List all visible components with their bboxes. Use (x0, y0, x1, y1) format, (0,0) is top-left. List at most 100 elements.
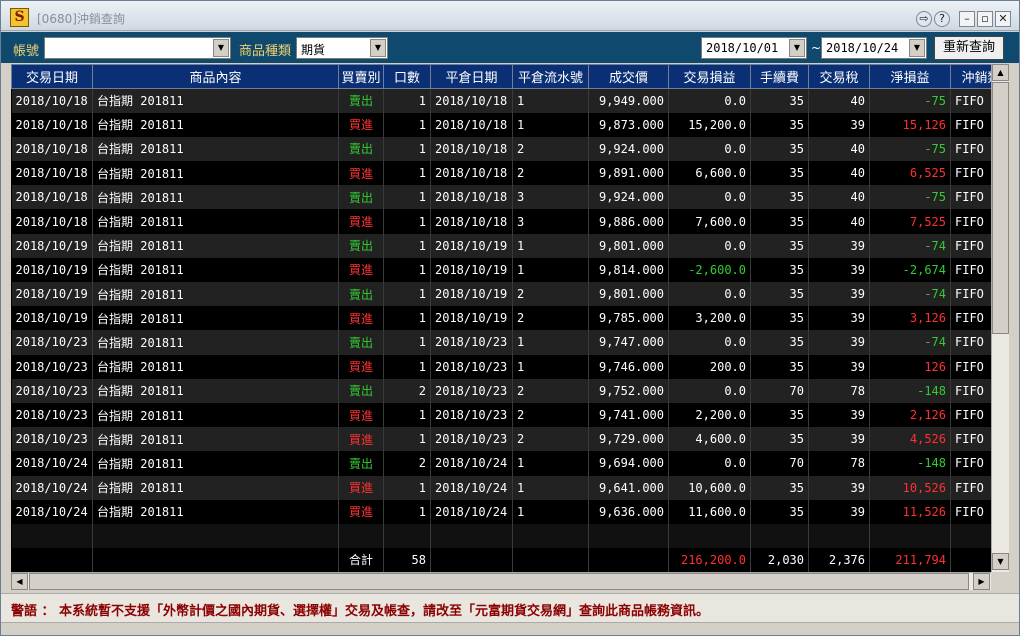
trade-pnl-cell: 0.0 (668, 282, 751, 307)
table-row[interactable]: 2018/10/24 台指期 201811 買進 1 2018/10/24 1 9,636.… (11, 499, 991, 524)
side-cell: 買進 (338, 475, 384, 500)
chevron-down-icon[interactable]: ▼ (909, 39, 925, 57)
column-header[interactable]: 交易損益 (668, 64, 751, 89)
scroll-thumb[interactable] (29, 573, 969, 590)
scroll-up-icon[interactable]: ▲ (992, 64, 1009, 81)
table-row[interactable]: 2018/10/19 台指期 201811 賣出 1 2018/10/19 1 9,801.… (11, 233, 991, 258)
product-cell: 台指期 201811 (92, 161, 339, 186)
tax-cell: 40 (808, 209, 870, 234)
requery-button[interactable]: 重新查詢 (934, 36, 1004, 60)
net-pnl-cell: -75 (869, 136, 951, 162)
vertical-scrollbar[interactable]: ▲ ▼ (991, 64, 1009, 572)
trade-date-cell: 2018/10/19 (11, 233, 93, 258)
side-cell: 賣出 (338, 378, 384, 403)
close-date-cell: 2018/10/24 (430, 475, 513, 500)
tax-cell: 78 (808, 378, 870, 403)
scroll-down-icon[interactable]: ▼ (992, 553, 1009, 570)
fee-cell: 35 (750, 136, 809, 162)
product-cell: 台指期 201811 (92, 451, 339, 476)
table-row[interactable]: 2018/10/23 台指期 201811 賣出 2 2018/10/23 2 9,752.… (11, 378, 991, 403)
table-row[interactable]: 2018/10/24 台指期 201811 買進 1 2018/10/24 1 9,641.… (11, 475, 991, 500)
close-seq-cell: 1 (512, 499, 589, 524)
table-row[interactable]: 2018/10/18 台指期 201811 買進 1 2018/10/18 1 9,873.… (11, 112, 991, 137)
help-icon[interactable]: ? (934, 11, 950, 27)
close-seq-cell: 2 (512, 402, 589, 428)
column-header[interactable]: 交易稅 (808, 64, 870, 89)
scroll-right-icon[interactable]: ▶ (973, 573, 990, 590)
table-row[interactable]: 2018/10/24 台指期 201811 賣出 2 2018/10/24 1 9,694.… (11, 451, 991, 476)
trade-date-cell: 2018/10/23 (11, 330, 93, 355)
table-row[interactable]: 2018/10/23 台指期 201811 買進 1 2018/10/23 1 9,746.… (11, 354, 991, 379)
trade-date-cell: 2018/10/23 (11, 427, 93, 452)
close-button[interactable]: ✕ (995, 11, 1011, 27)
lots-cell: 1 (383, 88, 431, 113)
tax-cell: 39 (808, 306, 870, 331)
table-row[interactable]: 2018/10/18 台指期 201811 賣出 1 2018/10/18 2 9,924.… (11, 136, 991, 162)
horizontal-scrollbar[interactable]: ◀ ▶ (11, 572, 991, 590)
table-row[interactable]: 2018/10/18 台指期 201811 買進 1 2018/10/18 2 9,891.… (11, 161, 991, 186)
trade-date-cell: 2018/10/19 (11, 306, 93, 331)
trade-pnl-cell: 0.0 (668, 88, 751, 113)
table-row[interactable]: 2018/10/18 台指期 201811 賣出 1 2018/10/18 3 9,924.… (11, 185, 991, 210)
tax-cell: 39 (808, 330, 870, 355)
date-from-picker[interactable]: 2018/10/01 ▼ (701, 37, 807, 59)
offset-type-cell: FIFO (950, 282, 991, 307)
column-header[interactable]: 商品內容 (92, 64, 339, 89)
table-row[interactable]: 2018/10/19 台指期 201811 買進 1 2018/10/19 2 9,785.… (11, 306, 991, 331)
account-select[interactable]: ▼ (44, 37, 231, 59)
trade-date-cell: 2018/10/24 (11, 451, 93, 476)
column-header[interactable]: 淨損益 (869, 64, 951, 89)
price-cell: 9,801.000 (588, 282, 669, 307)
fee-cell: 70 (750, 451, 809, 476)
minimize-button[interactable]: – (959, 11, 975, 27)
date-from-value: 2018/10/01 (706, 41, 779, 55)
table-row[interactable]: 2018/10/19 台指期 201811 買進 1 2018/10/19 1 9,814.… (11, 257, 991, 282)
pin-icon[interactable]: ⇨ (916, 11, 932, 27)
trade-pnl-cell: 0.0 (668, 136, 751, 162)
lots-cell: 1 (383, 185, 431, 210)
fee-cell: 35 (750, 306, 809, 331)
table-row[interactable]: 2018/10/18 台指期 201811 買進 1 2018/10/18 3 9,886.… (11, 209, 991, 234)
close-seq-cell: 3 (512, 185, 589, 210)
chevron-down-icon[interactable]: ▼ (789, 39, 805, 57)
trade-pnl-cell: 0.0 (668, 378, 751, 403)
offset-type-cell: FIFO (950, 257, 991, 282)
column-header[interactable]: 成交價 (588, 64, 669, 89)
date-to-picker[interactable]: 2018/10/24 ▼ (821, 37, 927, 59)
chevron-down-icon[interactable]: ▼ (213, 39, 229, 57)
net-pnl-cell: 4,526 (869, 427, 951, 452)
table-row[interactable]: 2018/10/18 台指期 201811 賣出 1 2018/10/18 1 9,949.… (11, 88, 991, 113)
table-row[interactable]: 2018/10/23 台指期 201811 買進 1 2018/10/23 2 9,729.… (11, 427, 991, 452)
table-header-row: 交易日期 商品內容 買賣別 口數 平倉日期 平倉流水號 成交價 交易損益 手續費… (11, 64, 991, 89)
column-header[interactable]: 手續費 (750, 64, 809, 89)
column-header[interactable]: 平倉日期 (430, 64, 513, 89)
scroll-left-icon[interactable]: ◀ (11, 573, 28, 590)
table-row[interactable]: 2018/10/23 台指期 201811 賣出 1 2018/10/23 1 9,747.… (11, 330, 991, 355)
scroll-thumb[interactable] (992, 82, 1009, 334)
trade-date-cell: 2018/10/18 (11, 161, 93, 186)
lots-cell: 1 (383, 402, 431, 428)
title-bar[interactable]: S [0680]沖銷查詢 ⇨ ? – ▫ ✕ (1, 1, 1019, 31)
offset-type-cell: FIFO (950, 475, 991, 500)
total-label: 合計 (338, 547, 384, 572)
fee-cell: 35 (750, 88, 809, 113)
column-header[interactable]: 買賣別 (338, 64, 384, 89)
column-header[interactable]: 沖銷類 (950, 64, 991, 89)
fee-cell: 35 (750, 282, 809, 307)
query-toolbar: 帳號 ▼ 商品種類 期貨 ▼ 2018/10/01 ▼ ~ 2018/10/24… (1, 32, 1019, 63)
product-type-select[interactable]: 期貨 ▼ (296, 37, 388, 59)
side-cell: 買進 (338, 306, 384, 331)
column-header[interactable]: 平倉流水號 (512, 64, 589, 89)
chevron-down-icon[interactable]: ▼ (370, 39, 386, 57)
column-header[interactable]: 口數 (383, 64, 431, 89)
maximize-button[interactable]: ▫ (977, 11, 993, 27)
table-row[interactable]: 2018/10/19 台指期 201811 賣出 1 2018/10/19 2 9,801.… (11, 282, 991, 307)
total-row: 合計 58 216,200.0 2,030 2,376 211,794 (11, 547, 991, 572)
table-row[interactable]: 2018/10/23 台指期 201811 買進 1 2018/10/23 2 9,741.… (11, 402, 991, 428)
offset-type-cell: FIFO (950, 185, 991, 210)
lots-cell: 1 (383, 306, 431, 331)
column-header[interactable]: 交易日期 (11, 64, 93, 89)
tax-cell: 40 (808, 185, 870, 210)
fee-cell: 35 (750, 427, 809, 452)
close-seq-cell: 2 (512, 306, 589, 331)
